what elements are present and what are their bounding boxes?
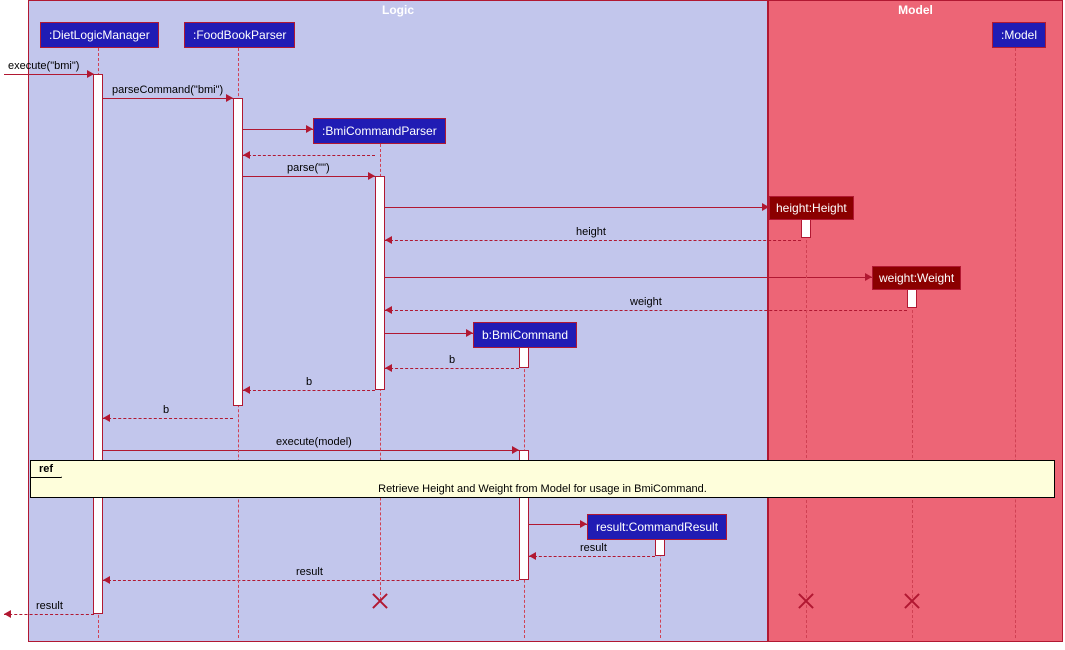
return-b-3 bbox=[103, 418, 233, 419]
arrowhead-create-height bbox=[762, 203, 769, 211]
arrowhead-return-b-2 bbox=[243, 386, 250, 394]
label-execute-model: execute(model) bbox=[276, 436, 352, 448]
activation-result bbox=[655, 538, 665, 556]
arrowhead-execute-model bbox=[512, 446, 519, 454]
arrowhead-parse bbox=[368, 172, 375, 180]
participant-result: result:CommandResult bbox=[587, 514, 727, 540]
arrow-execute-in bbox=[4, 74, 94, 75]
participant-dietlogicmanager: :DietLogicManager bbox=[40, 22, 159, 48]
arrowhead-return-b-1 bbox=[385, 364, 392, 372]
label-parse: parse("") bbox=[287, 162, 330, 174]
arrowhead-return-result-1 bbox=[529, 552, 536, 560]
lifeline-model bbox=[1015, 48, 1016, 638]
activation-fbp bbox=[233, 98, 243, 406]
arrowhead-parsecommand bbox=[226, 94, 233, 102]
arrow-create-bc bbox=[385, 333, 473, 334]
region-model: Model bbox=[768, 0, 1063, 642]
region-model-title: Model bbox=[769, 1, 1062, 19]
participant-height: height:Height bbox=[769, 196, 854, 220]
arrowhead-create-result bbox=[580, 520, 587, 528]
arrow-parse bbox=[243, 176, 375, 177]
arrow-create-bcp bbox=[243, 129, 313, 130]
destroy-weight bbox=[904, 593, 920, 609]
arrowhead-return-bcp bbox=[243, 151, 250, 159]
lifeline-height bbox=[806, 220, 807, 638]
participant-foodbookparser: :FoodBookParser bbox=[184, 22, 295, 48]
arrowhead-return-weight bbox=[385, 306, 392, 314]
return-b-2 bbox=[243, 390, 375, 391]
arrowhead-create-weight bbox=[865, 273, 872, 281]
label-execute-in: execute("bmi") bbox=[8, 60, 79, 72]
activation-dlm bbox=[93, 74, 103, 614]
arrow-create-result bbox=[529, 524, 587, 525]
participant-model: :Model bbox=[992, 22, 1046, 48]
destroy-height bbox=[798, 593, 814, 609]
ref-label: ref bbox=[31, 461, 62, 478]
return-height bbox=[385, 240, 801, 241]
arrowhead-return-result-out bbox=[4, 610, 11, 618]
destroy-bcp bbox=[372, 593, 388, 609]
return-result-out bbox=[4, 614, 94, 615]
label-b-3: b bbox=[163, 404, 169, 416]
arrow-create-height bbox=[385, 207, 769, 208]
return-result-1 bbox=[529, 556, 655, 557]
label-parsecommand: parseCommand("bmi") bbox=[112, 84, 223, 96]
label-result-out: result bbox=[36, 600, 63, 612]
arrowhead-create-bcp bbox=[306, 125, 313, 133]
label-height: height bbox=[576, 226, 606, 238]
participant-bcp: :BmiCommandParser bbox=[313, 118, 446, 144]
arrow-create-weight bbox=[385, 277, 872, 278]
label-weight: weight bbox=[630, 296, 662, 308]
arrowhead-return-result-2 bbox=[103, 576, 110, 584]
participant-weight: weight:Weight bbox=[872, 266, 961, 290]
arrowhead-return-height bbox=[385, 236, 392, 244]
activation-bcp bbox=[375, 176, 385, 390]
label-b-1: b bbox=[449, 354, 455, 366]
return-result-2 bbox=[103, 580, 519, 581]
region-logic-title: Logic bbox=[29, 1, 767, 19]
arrow-parsecommand bbox=[103, 98, 233, 99]
return-b-1 bbox=[385, 368, 519, 369]
label-b-2: b bbox=[306, 376, 312, 388]
label-result-2: result bbox=[296, 566, 323, 578]
activation-height bbox=[801, 218, 811, 238]
ref-text: Retrieve Height and Weight from Model fo… bbox=[31, 461, 1054, 495]
ref-fragment: ref Retrieve Height and Weight from Mode… bbox=[30, 460, 1055, 498]
activation-weight bbox=[907, 288, 917, 308]
participant-bc: b:BmiCommand bbox=[473, 322, 577, 348]
arrowhead-return-b-3 bbox=[103, 414, 110, 422]
arrowhead-create-bc bbox=[466, 329, 473, 337]
return-weight bbox=[385, 310, 907, 311]
label-result-1: result bbox=[580, 542, 607, 554]
arrow-execute-model bbox=[103, 450, 519, 451]
return-create-bcp bbox=[243, 155, 375, 156]
